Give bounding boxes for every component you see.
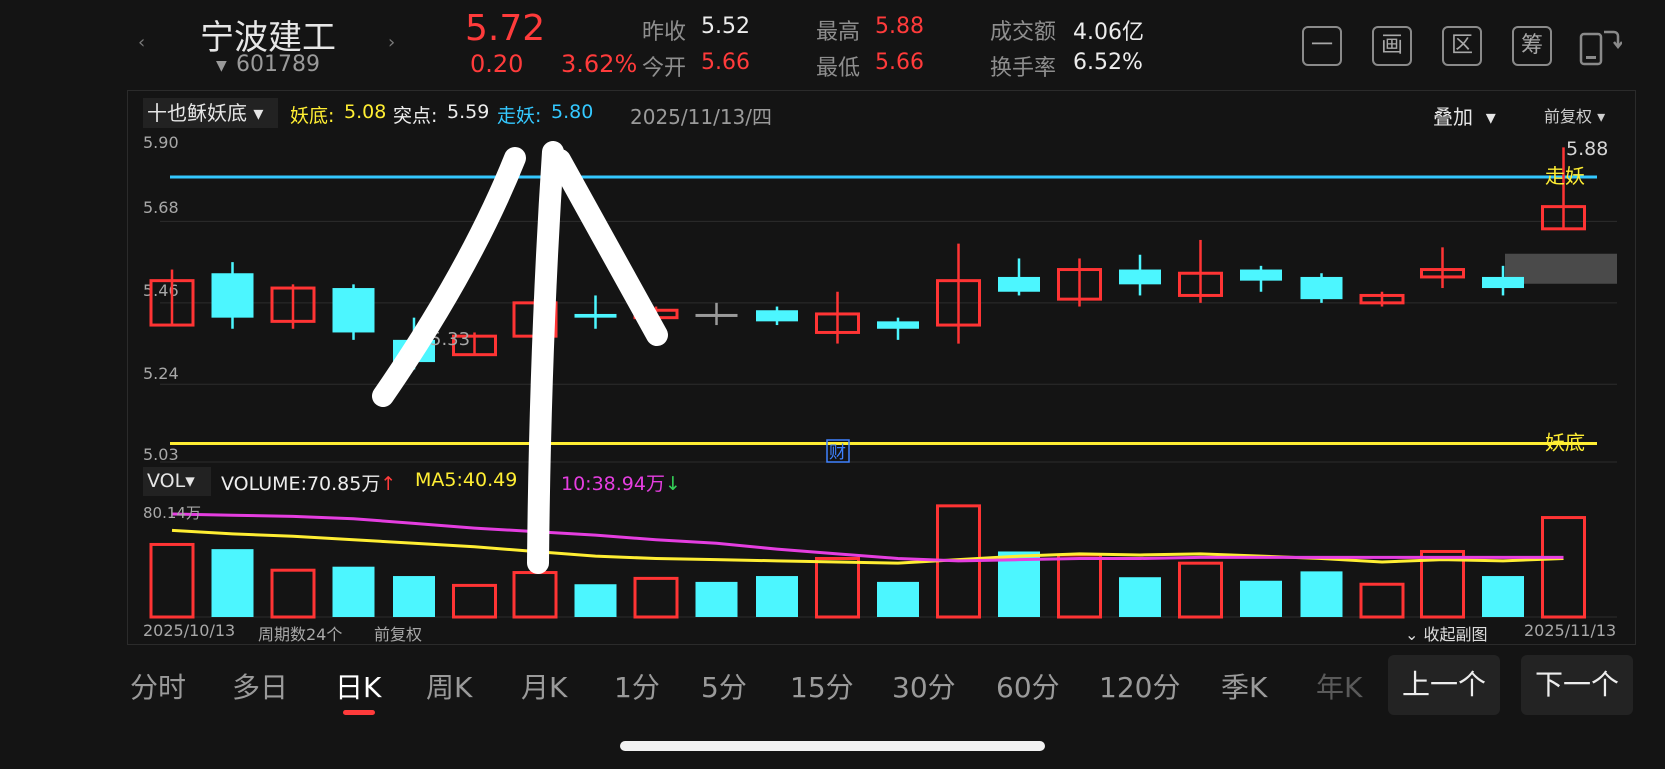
home-indicator[interactable] [620,741,1045,751]
volume-bar [452,583,497,619]
tab-1min[interactable]: 1分 [614,666,660,706]
candle-body [756,310,798,322]
candle-body [1240,269,1282,281]
volume-bar [877,581,919,617]
tab-multiday[interactable]: 多日 [232,666,288,706]
volume-bar [756,576,798,617]
zouyao-tag: 走妖 [1545,164,1585,188]
volume-bar [270,568,316,619]
volume-bar [633,576,679,619]
tab-5min[interactable]: 5分 [701,666,747,706]
volume-bar [512,571,558,619]
candle-body [877,321,919,329]
volume-bar [1240,580,1282,617]
tab-30min[interactable]: 30分 [892,666,956,706]
volume-bar [211,549,254,617]
collapse-subchart-button[interactable]: ⌄ 收起副图 [1405,621,1488,645]
candle-body [1300,276,1343,300]
high-price-label: 5.88 [1566,138,1608,160]
volume-bar [1057,553,1102,619]
candle-body [574,313,617,318]
ma10-label: 10:38.94万↓ [561,473,681,495]
volume-indicator-selector[interactable]: VOL▾ [143,467,211,496]
end-date: 2025/11/13 [1524,621,1617,640]
volume-value: 70.85万 [306,473,381,495]
volume-bar [574,584,617,617]
tab-quarterly-k[interactable]: 季K [1221,666,1267,706]
annotation-stroke [527,141,564,574]
cai-tag: 财 [829,443,846,463]
prev-button[interactable]: 上一个 [1388,655,1500,715]
tab-15min[interactable]: 15分 [790,666,854,706]
candlestick-chart[interactable]: 走妖妖底5.885.33财 [0,0,1665,769]
ma5-label: MA5:40.49 [415,469,518,491]
volume-bar [1359,582,1405,619]
volume-bar [1178,561,1223,619]
tab-weekly-k[interactable]: 周K [426,666,472,706]
volume-bar [695,581,738,617]
volume-bar [1541,516,1586,619]
volume-max-label: 80.14万 [143,504,201,522]
ma10-line [171,512,1564,563]
candle-body [998,276,1040,292]
period-count: 周期数24个 [258,625,343,644]
volume-bar [815,557,860,619]
active-tab-indicator [343,710,375,715]
ma10-value: 38.94万 [591,473,665,495]
tab-daily-k[interactable]: 日K [335,666,381,706]
volume-bar [149,542,195,619]
start-date: 2025/10/13 [143,621,236,640]
volume-bar [1119,577,1161,617]
bottom-fuquan: 前复权 [374,625,423,644]
candle-body [1482,276,1524,289]
ma5-value: 40.49 [462,469,518,491]
volume-bar [1482,576,1524,617]
annotation-stroke [549,149,668,346]
candle-body [211,273,254,318]
candle-body [695,313,738,317]
volume-bar [393,576,435,617]
candle-body [1119,269,1161,285]
tab-60min[interactable]: 60分 [996,666,1060,706]
next-button[interactable]: 下一个 [1521,655,1633,715]
volume-label: VOLUME:70.85万↑ [221,473,397,495]
annotation-stroke [372,147,526,407]
volume-bar [332,566,375,617]
tab-yearly-k[interactable]: 年K [1316,666,1362,706]
volume-bar [1300,571,1343,617]
tab-intraday[interactable]: 分时 [130,666,186,706]
tab-120min[interactable]: 120分 [1099,666,1180,706]
tab-monthly-k[interactable]: 月K [521,666,567,706]
candle-body [332,288,375,333]
yaodi-tag: 妖底 [1545,430,1585,454]
